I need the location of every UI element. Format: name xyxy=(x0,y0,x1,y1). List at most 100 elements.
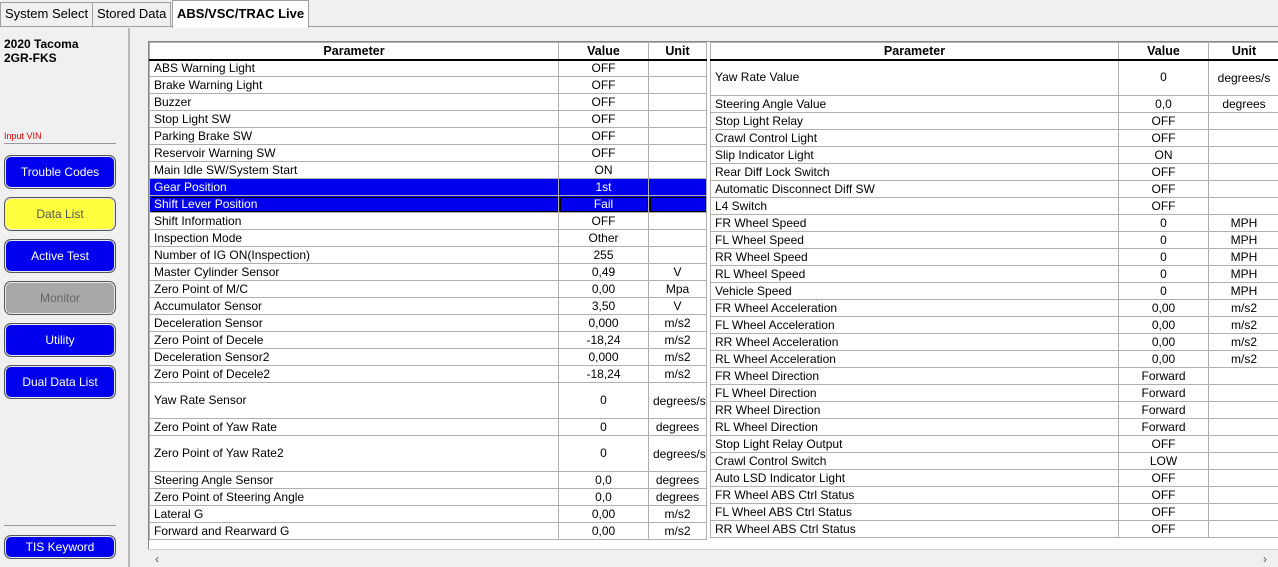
monitor-button[interactable]: Monitor xyxy=(4,281,116,315)
utility-button[interactable]: Utility xyxy=(4,323,116,357)
unit-cell: m/s2 xyxy=(648,522,707,540)
table-row[interactable]: FR Wheel Speed 0 MPH xyxy=(710,214,1278,232)
table-row[interactable]: Forward and Rearward G 0,00 m/s2 xyxy=(149,522,707,540)
table-row[interactable]: FL Wheel Direction Forward xyxy=(710,384,1278,402)
value-cell: ON xyxy=(558,161,649,179)
table-row[interactable]: Main Idle SW/System Start ON xyxy=(149,161,707,179)
unit-cell xyxy=(1208,367,1278,385)
table-row[interactable]: Stop Light Relay OFF xyxy=(710,112,1278,130)
column-header-value[interactable]: Value xyxy=(558,42,649,61)
unit-cell: V xyxy=(648,263,707,281)
parameter-cell: Lateral G xyxy=(149,505,559,523)
table-row[interactable]: Crawl Control Light OFF xyxy=(710,129,1278,147)
scroll-right-arrow-icon[interactable]: › xyxy=(1258,552,1272,566)
scroll-left-arrow-icon[interactable]: ‹ xyxy=(150,552,164,566)
table-row[interactable]: Rear Diff Lock Switch OFF xyxy=(710,163,1278,181)
table-row[interactable]: Accumulator Sensor 3,50 V xyxy=(149,297,707,315)
table-row[interactable]: Inspection Mode Other xyxy=(149,229,707,247)
column-header-unit[interactable]: Unit xyxy=(1208,42,1278,61)
table-row[interactable]: RR Wheel ABS Ctrl Status OFF xyxy=(710,520,1278,538)
table-row[interactable]: FR Wheel ABS Ctrl Status OFF xyxy=(710,486,1278,504)
horizontal-scrollbar[interactable]: ‹ › xyxy=(148,549,1278,567)
tab-abs-vsc-trac-live[interactable]: ABS/VSC/TRAC Live xyxy=(172,0,310,28)
value-cell: Fail xyxy=(558,195,649,213)
table-row[interactable]: Vehicle Speed 0 MPH xyxy=(710,282,1278,300)
table-row[interactable]: FR Wheel Acceleration 0,00 m/s2 xyxy=(710,299,1278,317)
table-row[interactable]: Steering Angle Value 0,0 degrees xyxy=(710,95,1278,113)
value-cell: 0 xyxy=(1118,248,1209,266)
right-data-table: Parameter Value Unit Yaw Rate Value 0 degr… xyxy=(710,42,1278,538)
table-row[interactable]: Steering Angle Sensor 0,0 degrees xyxy=(149,471,707,489)
parameter-cell: Stop Light Relay Output xyxy=(710,435,1119,453)
unit-cell xyxy=(648,76,707,94)
active-test-button[interactable]: Active Test xyxy=(4,239,116,273)
table-row[interactable]: Gear Position 1st xyxy=(149,178,707,196)
table-row[interactable]: RL Wheel Speed 0 MPH xyxy=(710,265,1278,283)
value-cell: Forward xyxy=(1118,401,1209,419)
unit-cell xyxy=(1208,384,1278,402)
trouble-codes-button[interactable]: Trouble Codes xyxy=(4,155,116,189)
unit-cell xyxy=(648,59,707,77)
table-row[interactable]: Lateral G 0,00 m/s2 xyxy=(149,505,707,523)
table-row[interactable]: Parking Brake SW OFF xyxy=(149,127,707,145)
table-row[interactable]: Deceleration Sensor2 0,000 m/s2 xyxy=(149,348,707,366)
column-header-value[interactable]: Value xyxy=(1118,42,1209,61)
value-cell: 0 xyxy=(1118,59,1209,96)
table-row[interactable]: Crawl Control Switch LOW xyxy=(710,452,1278,470)
column-header-parameter[interactable]: Parameter xyxy=(149,42,559,61)
unit-cell: MPH xyxy=(1208,282,1278,300)
table-row[interactable]: Zero Point of M/C 0,00 Mpa xyxy=(149,280,707,298)
value-cell: OFF xyxy=(1118,180,1209,198)
parameter-cell: Yaw Rate Value xyxy=(710,59,1119,96)
table-row[interactable]: FR Wheel Direction Forward xyxy=(710,367,1278,385)
tab-system-select[interactable]: System Select xyxy=(0,2,94,26)
unit-cell xyxy=(1208,146,1278,164)
dual-data-list-button[interactable]: Dual Data List xyxy=(4,365,116,399)
table-row[interactable]: Zero Point of Yaw Rate 0 degrees xyxy=(149,418,707,436)
table-row[interactable]: FL Wheel Speed 0 MPH xyxy=(710,231,1278,249)
parameter-cell: Master Cylinder Sensor xyxy=(149,263,559,281)
value-cell: 0,00 xyxy=(1118,350,1209,368)
table-row[interactable]: FL Wheel ABS Ctrl Status OFF xyxy=(710,503,1278,521)
table-row[interactable]: Zero Point of Decele -18,24 m/s2 xyxy=(149,331,707,349)
table-row[interactable]: Yaw Rate Value 0 degrees/s xyxy=(710,59,1278,96)
unit-cell: m/s2 xyxy=(648,348,707,366)
table-row[interactable]: Automatic Disconnect Diff SW OFF xyxy=(710,180,1278,198)
table-row[interactable]: RR Wheel Direction Forward xyxy=(710,401,1278,419)
unit-cell xyxy=(648,195,707,213)
column-header-parameter[interactable]: Parameter xyxy=(710,42,1119,61)
parameter-cell: Crawl Control Switch xyxy=(710,452,1119,470)
unit-cell xyxy=(648,93,707,111)
table-row[interactable]: Slip Indicator Light ON xyxy=(710,146,1278,164)
column-header-unit[interactable]: Unit xyxy=(648,42,707,61)
table-row[interactable]: Shift Information OFF xyxy=(149,212,707,230)
table-row[interactable]: RR Wheel Speed 0 MPH xyxy=(710,248,1278,266)
table-row[interactable]: Stop Light Relay Output OFF xyxy=(710,435,1278,453)
input-vin-link[interactable]: Input VIN xyxy=(4,131,42,141)
table-row[interactable]: Brake Warning Light OFF xyxy=(149,76,707,94)
table-row[interactable]: Deceleration Sensor 0,000 m/s2 xyxy=(149,314,707,332)
table-row[interactable]: Master Cylinder Sensor 0,49 V xyxy=(149,263,707,281)
data-list-button[interactable]: Data List xyxy=(4,197,116,231)
table-row[interactable]: Number of IG ON(Inspection) 255 xyxy=(149,246,707,264)
table-row[interactable]: Zero Point of Yaw Rate2 0 degrees/s xyxy=(149,435,707,472)
value-cell: 3,50 xyxy=(558,297,649,315)
unit-cell: degrees/s xyxy=(1208,59,1278,96)
table-row[interactable]: Stop Light SW OFF xyxy=(149,110,707,128)
table-row[interactable]: ABS Warning Light OFF xyxy=(149,59,707,77)
tis-keyword-button[interactable]: TIS Keyword xyxy=(4,535,116,559)
table-row[interactable]: Reservoir Warning SW OFF xyxy=(149,144,707,162)
table-row[interactable]: L4 Switch OFF xyxy=(710,197,1278,215)
table-row[interactable]: RL Wheel Direction Forward xyxy=(710,418,1278,436)
table-row[interactable]: RL Wheel Acceleration 0,00 m/s2 xyxy=(710,350,1278,368)
table-row[interactable]: Buzzer OFF xyxy=(149,93,707,111)
table-row[interactable]: RR Wheel Acceleration 0,00 m/s2 xyxy=(710,333,1278,351)
table-row[interactable]: Auto LSD Indicator Light OFF xyxy=(710,469,1278,487)
table-row[interactable]: Zero Point of Steering Angle 0,0 degrees xyxy=(149,488,707,506)
table-row[interactable]: Zero Point of Decele2 -18,24 m/s2 xyxy=(149,365,707,383)
tab-stored-data[interactable]: Stored Data xyxy=(92,2,172,26)
table-row[interactable]: FL Wheel Acceleration 0,00 m/s2 xyxy=(710,316,1278,334)
table-row[interactable]: Yaw Rate Sensor 0 degrees/s xyxy=(149,382,707,419)
table-row[interactable]: Shift Lever Position Fail xyxy=(149,195,707,213)
value-cell: OFF xyxy=(558,127,649,145)
